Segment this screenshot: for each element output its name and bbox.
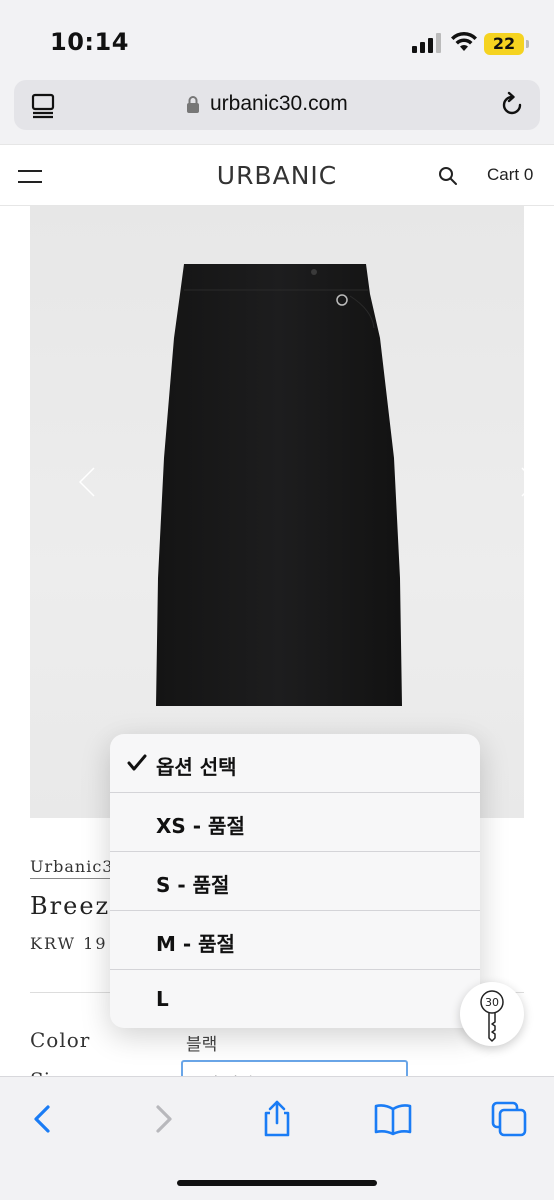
reload-icon[interactable] xyxy=(498,91,526,119)
size-option-label: 옵션 선택 xyxy=(156,755,237,779)
product-price: KRW 19 xyxy=(30,934,108,953)
checkmark-icon xyxy=(127,754,147,771)
search-icon[interactable] xyxy=(438,166,458,186)
floating-key-button[interactable]: 30 xyxy=(460,982,524,1046)
size-option-label: M - 품절 xyxy=(156,932,235,956)
address-bar[interactable]: urbanic30.com xyxy=(14,80,540,130)
status-bar: 10:14 22 xyxy=(0,0,554,80)
size-option-label: S - 품절 xyxy=(156,873,230,897)
back-icon[interactable] xyxy=(24,1099,64,1139)
size-option-label: L xyxy=(156,987,169,1011)
color-value: 블랙 xyxy=(186,1035,218,1055)
wifi-icon xyxy=(451,31,477,51)
status-time: 10:14 xyxy=(50,28,129,56)
carousel-next-icon[interactable] xyxy=(520,466,538,498)
size-option-label: XS - 품절 xyxy=(156,814,245,838)
product-image-carousel[interactable] xyxy=(30,206,538,818)
reader-mode-icon[interactable] xyxy=(30,93,56,119)
size-option-l[interactable]: L xyxy=(110,970,480,1028)
product-brand[interactable]: Urbanic3 xyxy=(30,857,114,879)
carousel-prev-icon[interactable] xyxy=(78,466,96,498)
cart-link[interactable]: Cart 0 xyxy=(487,165,533,185)
size-option-s[interactable]: S - 품절 xyxy=(110,852,480,911)
color-label: Color xyxy=(30,1028,91,1052)
forward-icon[interactable] xyxy=(142,1099,182,1139)
skirt-product-photo xyxy=(156,264,402,706)
share-icon[interactable] xyxy=(257,1099,297,1139)
tabs-icon[interactable] xyxy=(489,1099,529,1139)
site-logo[interactable]: URBANIC xyxy=(0,161,554,190)
bookmarks-icon[interactable] xyxy=(373,1099,413,1139)
cellular-signal-icon xyxy=(412,33,441,53)
size-option-m[interactable]: M - 품절 xyxy=(110,911,480,970)
size-option-xs[interactable]: XS - 품절 xyxy=(110,793,480,852)
size-dropdown-menu: 옵션 선택 XS - 품절 S - 품절 M - 품절 L xyxy=(110,734,480,1028)
size-option-none[interactable]: 옵션 선택 xyxy=(110,734,480,793)
battery-indicator: 22 xyxy=(484,33,529,55)
size-select[interactable]: 옵션 선택 xyxy=(181,1060,408,1076)
key-icon: 30 xyxy=(480,990,504,1042)
site-header: URBANIC Cart 0 xyxy=(0,144,554,206)
key-badge-label: 30 xyxy=(485,996,499,1009)
home-indicator[interactable] xyxy=(177,1180,377,1186)
url-text[interactable]: urbanic30.com xyxy=(210,92,348,116)
lock-icon xyxy=(187,96,199,113)
size-label: Si xyxy=(30,1068,50,1076)
